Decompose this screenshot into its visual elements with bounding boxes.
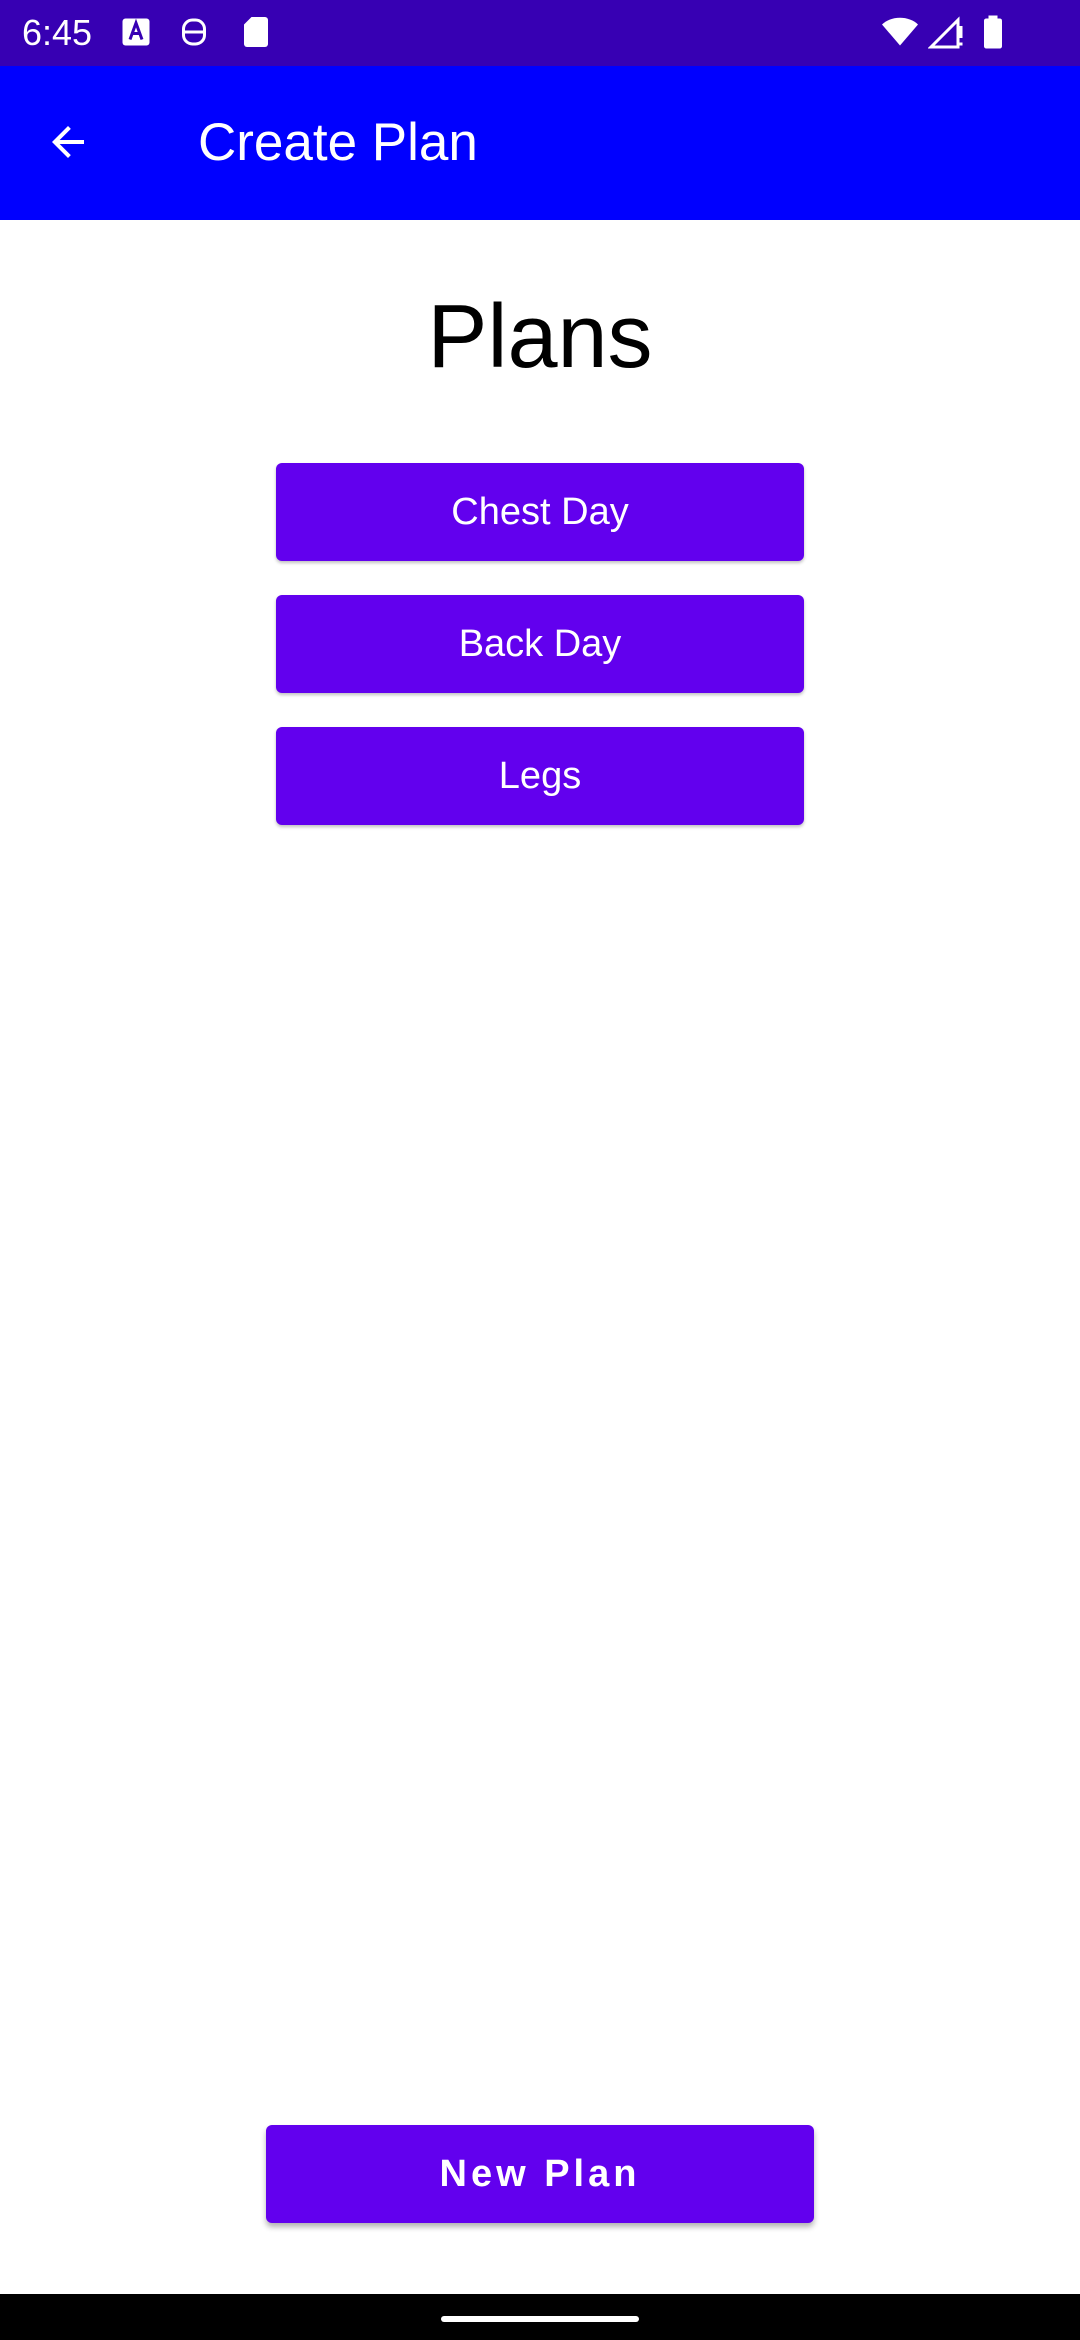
page-title: Plans	[427, 287, 653, 387]
arrow-back-icon	[44, 118, 92, 171]
back-button[interactable]	[30, 106, 106, 182]
app-title: Create Plan	[198, 113, 478, 172]
robot-face-icon	[176, 14, 212, 50]
sd-card-icon	[238, 14, 274, 50]
wifi-icon	[880, 14, 918, 50]
status-bar: 6:45	[0, 0, 1080, 66]
home-indicator[interactable]	[441, 2316, 639, 2322]
plan-button-back-day[interactable]: Back Day	[276, 595, 804, 693]
new-plan-button[interactable]: New Plan	[266, 2125, 814, 2223]
plan-button-chest-day[interactable]: Chest Day	[276, 463, 804, 561]
navigation-bar	[0, 2294, 1080, 2340]
screen: 6:45 Create Plan Plans Chest Day Back Da…	[0, 0, 1080, 2340]
plan-button-legs[interactable]: Legs	[276, 727, 804, 825]
battery-icon	[978, 14, 1014, 50]
app-bar: Create Plan	[0, 66, 1080, 220]
signal-icon	[927, 14, 964, 50]
font-a-icon	[118, 14, 154, 50]
status-time: 6:45	[22, 12, 93, 53]
